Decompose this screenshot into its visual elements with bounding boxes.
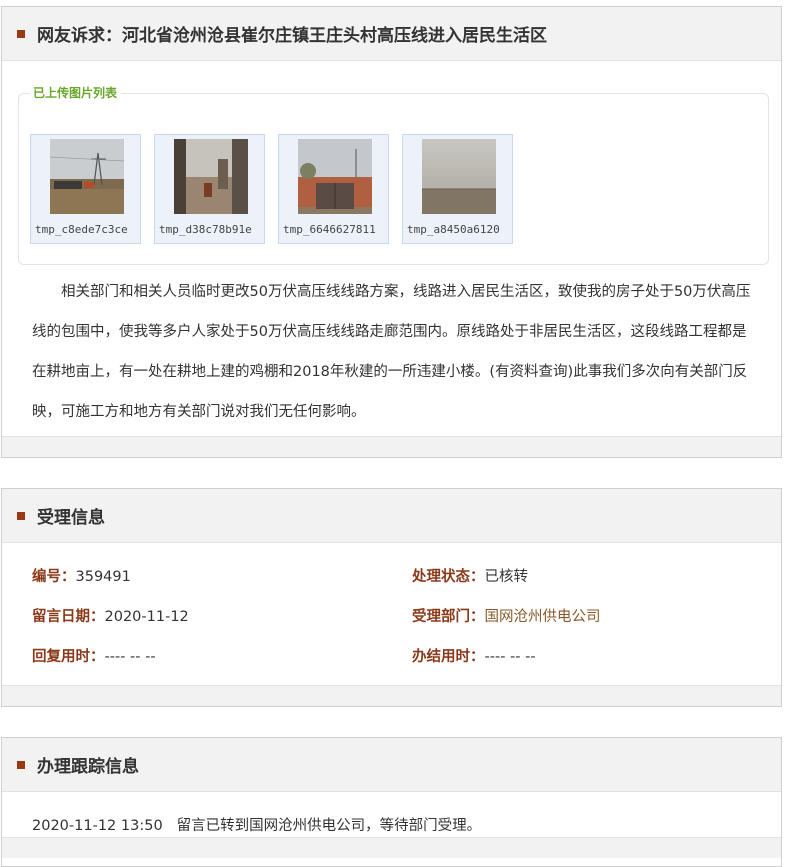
id-label: 编号： — [32, 569, 76, 585]
square-bullet-icon — [17, 511, 25, 520]
photo-power-tower-field — [50, 139, 124, 214]
uploaded-images-legend: 已上传图片列表 — [29, 85, 122, 101]
image-thumbnail[interactable]: tmp_c8ede7c3ce — [30, 134, 141, 244]
photo-doorway-yard — [174, 139, 248, 214]
square-bullet-icon — [17, 29, 25, 38]
tracking-entry: 2020-11-12 13:50 留言已转到国网沧州供电公司，等待部门受理。 — [32, 814, 481, 835]
info-finish-time: 办结用时：---- -- -- — [412, 645, 536, 666]
acceptance-panel: 受理信息 编号：359491 处理状态：已核转 留言日期：2020-11-12 … — [1, 488, 782, 707]
photo-hazy-field — [422, 139, 496, 214]
complaint-body: 相关部门和相关人员临时更改50万伏高压线线路方案，线路进入居民生活区，致使我的房… — [32, 284, 751, 420]
status-value: 已核转 — [484, 569, 529, 585]
panel-footer — [2, 837, 781, 858]
photo-gate-wall — [298, 139, 372, 214]
department-link[interactable]: 国网沧州供电公司 — [485, 609, 601, 625]
id-value: 359491 — [75, 569, 131, 585]
complaint-title: 网友诉求：河北省沧州沧县崔尔庄镇王庄头村高压线进入居民生活区 — [37, 26, 547, 46]
acceptance-title: 受理信息 — [37, 508, 105, 528]
info-id: 编号：359491 — [32, 565, 131, 586]
image-thumbnail[interactable]: tmp_d38c78b91e — [154, 134, 265, 244]
square-bullet-icon — [17, 760, 25, 769]
uploaded-images-group: 已上传图片列表 tmp_c8ede7c3ce tmp_d38c78b91e tm… — [18, 85, 769, 265]
info-reply-time: 回复用时：---- -- -- — [32, 645, 156, 666]
status-label: 处理状态： — [412, 569, 485, 585]
complaint-header: 网友诉求：河北省沧州沧县崔尔庄镇王庄头村高压线进入居民生活区 — [2, 7, 781, 61]
info-status: 处理状态：已核转 — [412, 565, 528, 586]
panel-footer — [2, 685, 781, 706]
tracking-title: 办理跟踪信息 — [37, 757, 139, 777]
image-caption: tmp_c8ede7c3ce — [35, 223, 128, 236]
info-date: 留言日期：2020-11-12 — [32, 605, 189, 626]
image-caption: tmp_6646627811 — [283, 223, 376, 236]
acceptance-header: 受理信息 — [2, 489, 781, 543]
tracking-time: 2020-11-12 13:50 — [32, 818, 163, 834]
tracking-panel: 办理跟踪信息 2020-11-12 13:50 留言已转到国网沧州供电公司，等待部… — [1, 737, 782, 867]
complaint-panel: 网友诉求：河北省沧州沧县崔尔庄镇王庄头村高压线进入居民生活区 已上传图片列表 t… — [1, 6, 782, 458]
reply-time-label: 回复用时： — [32, 649, 105, 665]
tracking-text: 留言已转到国网沧州供电公司，等待部门受理。 — [176, 818, 482, 834]
reply-time-value: ---- -- -- — [104, 649, 156, 665]
date-value: 2020-11-12 — [104, 609, 189, 625]
date-label: 留言日期： — [32, 609, 105, 625]
tracking-header: 办理跟踪信息 — [2, 738, 781, 792]
info-department: 受理部门：国网沧州供电公司 — [412, 605, 601, 626]
image-caption: tmp_d38c78b91e — [159, 223, 252, 236]
panel-footer — [2, 436, 781, 457]
image-thumbnail[interactable]: tmp_6646627811 — [278, 134, 389, 244]
finish-time-value: ---- -- -- — [484, 649, 536, 665]
finish-time-label: 办结用时： — [412, 649, 485, 665]
image-caption: tmp_a8450a6120 — [407, 223, 500, 236]
image-thumbnail[interactable]: tmp_a8450a6120 — [402, 134, 513, 244]
department-label: 受理部门： — [412, 609, 485, 625]
